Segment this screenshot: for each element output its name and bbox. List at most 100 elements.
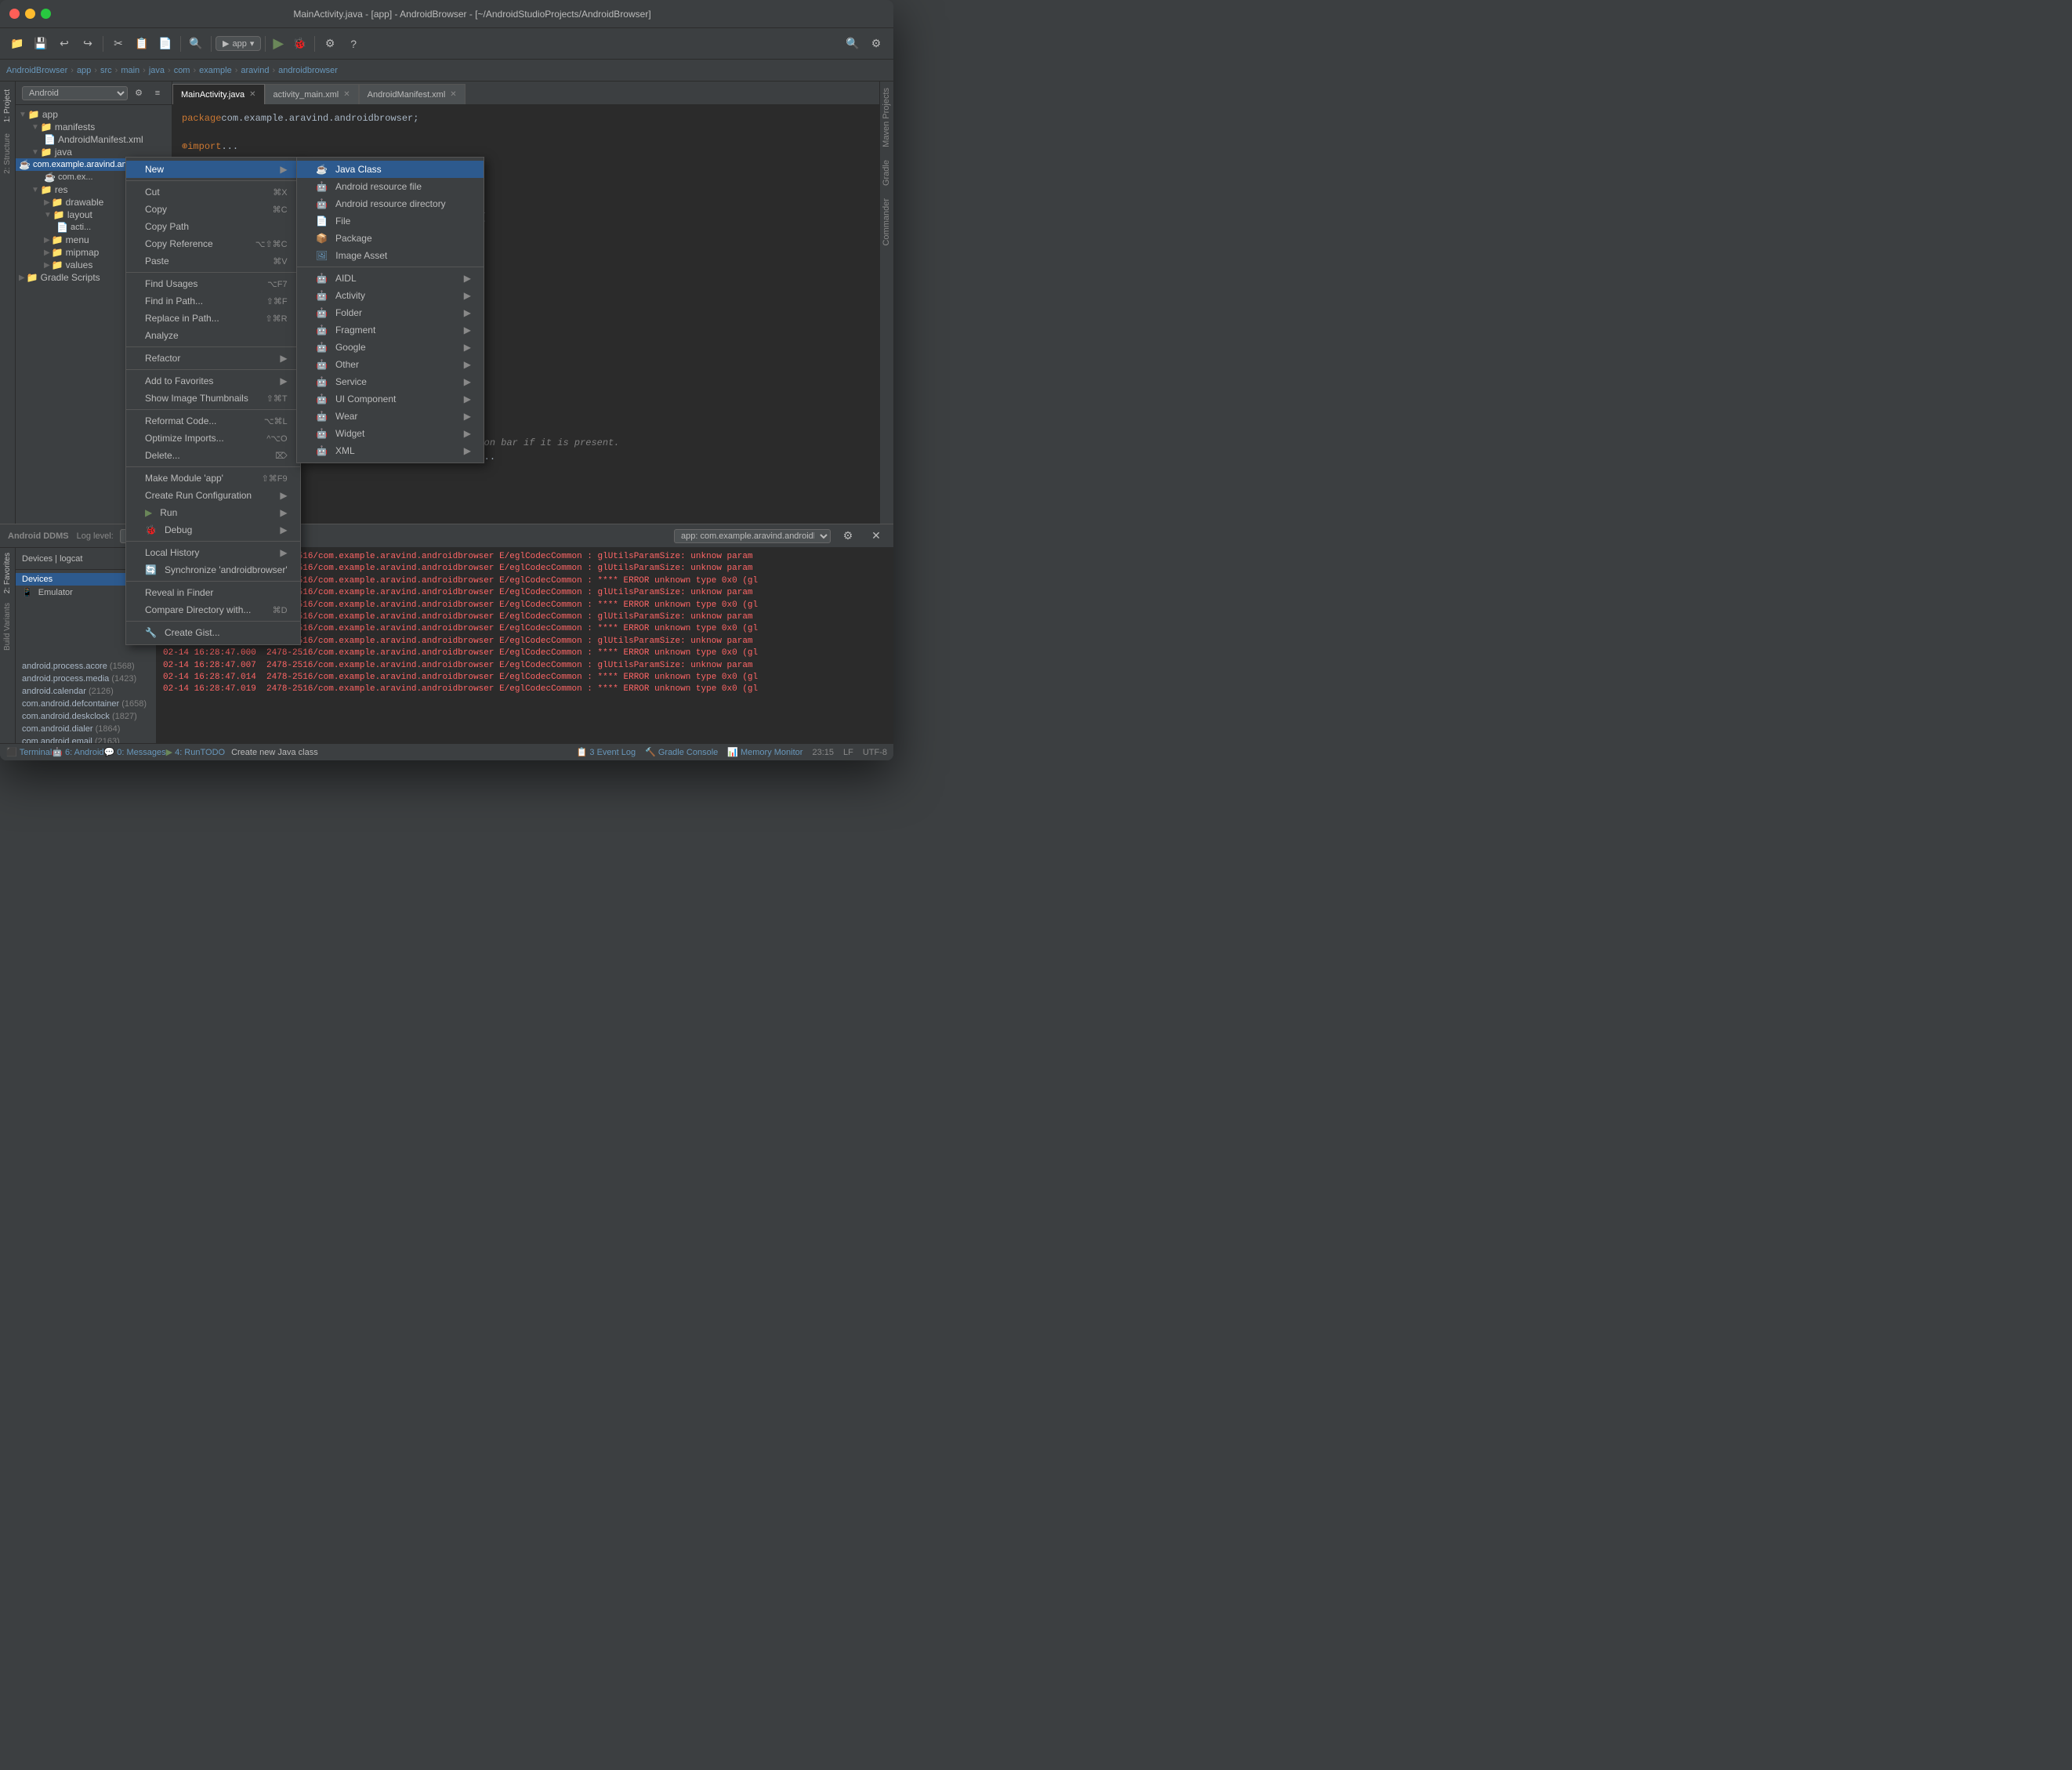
submenu-java-class[interactable]: ☕ Java Class — [297, 161, 484, 178]
module-selector[interactable]: Android — [22, 86, 128, 100]
submenu-activity[interactable]: 🤖 Activity ▶ — [297, 287, 484, 304]
menu-item-find-usages[interactable]: Find Usages ⌥F7 — [126, 275, 300, 292]
menu-item-new[interactable]: New ▶ — [126, 161, 300, 178]
messages-btn[interactable]: 💬 0: Messages — [104, 747, 166, 757]
submenu-new[interactable]: ☕ Java Class 🤖 Android resource file 🤖 A… — [296, 157, 484, 463]
process-item-2[interactable]: android.process.media (1423) — [16, 673, 156, 685]
settings-button[interactable]: ⚙ — [319, 33, 341, 55]
commander-tab[interactable]: Commander — [880, 192, 893, 252]
submenu-android-resource-file[interactable]: 🤖 Android resource file — [297, 178, 484, 195]
maximize-button[interactable] — [41, 9, 51, 19]
tree-item-app[interactable]: ▼ 📁 app — [16, 108, 172, 121]
process-item-7[interactable]: com.android.email (2163) — [16, 735, 156, 744]
submenu-fragment[interactable]: 🤖 Fragment ▶ — [297, 321, 484, 339]
breadcrumb-item-7[interactable]: aravind — [241, 66, 269, 75]
submenu-file[interactable]: 📄 File — [297, 212, 484, 230]
toolbar-save-btn[interactable]: 💾 — [30, 33, 52, 55]
bottom-close-btn[interactable]: ✕ — [865, 525, 887, 547]
close-button[interactable] — [9, 9, 20, 19]
build-variants-tab[interactable]: Build Variants — [2, 598, 13, 655]
submenu-service[interactable]: 🤖 Service ▶ — [297, 373, 484, 390]
structure-tab[interactable]: 2: Structure — [2, 129, 13, 179]
event-log-btn[interactable]: 📋 3 Event Log — [577, 747, 636, 757]
menu-item-debug[interactable]: 🐞 Debug ▶ — [126, 521, 300, 539]
sidebar-collapse-btn[interactable]: ≡ — [150, 85, 165, 101]
menu-item-analyze[interactable]: Analyze — [126, 327, 300, 344]
minimize-button[interactable] — [25, 9, 35, 19]
tree-item-androidmanifest[interactable]: 📄 AndroidManifest.xml — [16, 133, 172, 146]
maven-projects-tab[interactable]: Maven Projects — [880, 82, 893, 154]
toolbar-cut-btn[interactable]: ✂ — [107, 33, 129, 55]
menu-item-add-favorites[interactable]: Add to Favorites ▶ — [126, 372, 300, 390]
breadcrumb-item-2[interactable]: src — [100, 66, 112, 75]
process-item-3[interactable]: android.calendar (2126) — [16, 685, 156, 698]
tab-activity-main-xml[interactable]: activity_main.xml ✕ — [265, 84, 359, 104]
menu-item-create-gist[interactable]: 🔧 Create Gist... — [126, 624, 300, 641]
menu-item-copy-path[interactable]: Copy Path — [126, 218, 300, 235]
bottom-settings-btn[interactable]: ⚙ — [837, 525, 859, 547]
submenu-android-resource-dir[interactable]: 🤖 Android resource directory — [297, 195, 484, 212]
menu-item-optimize-imports[interactable]: Optimize Imports... ^⌥O — [126, 430, 300, 447]
breadcrumb-item-8[interactable]: androidbrowser — [278, 66, 338, 75]
debug-button[interactable]: 🐞 — [288, 33, 310, 55]
toolbar-undo-btn[interactable]: ↩ — [53, 33, 75, 55]
submenu-widget[interactable]: 🤖 Widget ▶ — [297, 425, 484, 442]
process-item-5[interactable]: com.android.deskclock (1827) — [16, 710, 156, 723]
breadcrumb-item-1[interactable]: app — [77, 66, 91, 75]
menu-item-synchronize[interactable]: 🔄 Synchronize 'androidbrowser' — [126, 561, 300, 579]
search-everywhere-btn[interactable]: 🔍 — [842, 33, 864, 55]
menu-item-find-in-path[interactable]: Find in Path... ⇧⌘F — [126, 292, 300, 310]
menu-item-reveal-finder[interactable]: Reveal in Finder — [126, 584, 300, 601]
submenu-package[interactable]: 📦 Package — [297, 230, 484, 247]
tab-androidmanifest[interactable]: AndroidManifest.xml ✕ — [359, 84, 465, 104]
gradle-tab[interactable]: Gradle — [880, 154, 893, 192]
context-menu[interactable]: New ▶ Cut ⌘X Copy ⌘C Copy Path Copy Refe… — [125, 157, 301, 645]
app-filter-select[interactable]: app: com.example.aravind.androidbrowser — [674, 529, 831, 543]
submenu-image-asset[interactable]: 🖼 Image Asset — [297, 247, 484, 264]
help-button[interactable]: ? — [342, 33, 364, 55]
terminal-btn[interactable]: ⬛ Terminal — [6, 747, 52, 757]
menu-item-make-module[interactable]: Make Module 'app' ⇧⌘F9 — [126, 470, 300, 487]
menu-item-cut[interactable]: Cut ⌘X — [126, 183, 300, 201]
menu-item-copy-reference[interactable]: Copy Reference ⌥⇧⌘C — [126, 235, 300, 252]
breadcrumb-item-0[interactable]: AndroidBrowser — [6, 66, 67, 75]
memory-monitor-btn[interactable]: 📊 Memory Monitor — [727, 747, 802, 757]
todo-btn[interactable]: TODO — [201, 748, 226, 757]
menu-item-refactor[interactable]: Refactor ▶ — [126, 350, 300, 367]
toolbar-paste-btn[interactable]: 📄 — [154, 33, 176, 55]
breadcrumb-item-5[interactable]: com — [174, 66, 190, 75]
sidebar-settings-btn[interactable]: ⚙ — [131, 85, 147, 101]
tree-item-manifests[interactable]: ▼ 📁 manifests — [16, 121, 172, 133]
menu-item-paste[interactable]: Paste ⌘V — [126, 252, 300, 270]
toolbar-copy-btn[interactable]: 📋 — [131, 33, 153, 55]
menu-item-replace-in-path[interactable]: Replace in Path... ⇧⌘R — [126, 310, 300, 327]
submenu-ui-component[interactable]: 🤖 UI Component ▶ — [297, 390, 484, 408]
tab-close-manifest[interactable]: ✕ — [450, 90, 456, 99]
android-btn[interactable]: 🤖 6: Android — [52, 747, 103, 757]
process-item-4[interactable]: com.android.defcontainer (1658) — [16, 698, 156, 710]
toolbar-open-btn[interactable]: 📁 — [6, 33, 28, 55]
submenu-other[interactable]: 🤖 Other ▶ — [297, 356, 484, 373]
run-button[interactable]: ▶ — [270, 35, 287, 52]
process-item-6[interactable]: com.android.dialer (1864) — [16, 723, 156, 735]
toolbar-find-btn[interactable]: 🔍 — [185, 33, 207, 55]
submenu-xml[interactable]: 🤖 XML ▶ — [297, 442, 484, 459]
menu-item-delete[interactable]: Delete... ⌦ — [126, 447, 300, 464]
tab-close-activity-main[interactable]: ✕ — [343, 90, 350, 99]
menu-item-create-run-config[interactable]: Create Run Configuration ▶ — [126, 487, 300, 504]
gradle-console-btn[interactable]: 🔨 Gradle Console — [645, 747, 718, 757]
app-selector[interactable]: ▶ app ▾ — [216, 36, 261, 51]
menu-item-run[interactable]: ▶ Run ▶ — [126, 504, 300, 521]
menu-item-copy[interactable]: Copy ⌘C — [126, 201, 300, 218]
menu-item-reformat[interactable]: Reformat Code... ⌥⌘L — [126, 412, 300, 430]
settings-icon-btn[interactable]: ⚙ — [865, 33, 887, 55]
favorites-tab[interactable]: 2: Favorites — [2, 548, 13, 598]
menu-item-compare-dir[interactable]: Compare Directory with... ⌘D — [126, 601, 300, 618]
tab-close-mainactivity[interactable]: ✕ — [249, 90, 255, 99]
menu-item-show-thumbnails[interactable]: Show Image Thumbnails ⇧⌘T — [126, 390, 300, 407]
toolbar-redo-btn[interactable]: ↪ — [77, 33, 99, 55]
submenu-aidl[interactable]: 🤖 AIDL ▶ — [297, 270, 484, 287]
breadcrumb-item-4[interactable]: java — [149, 66, 165, 75]
submenu-wear[interactable]: 🤖 Wear ▶ — [297, 408, 484, 425]
breadcrumb-item-6[interactable]: example — [199, 66, 232, 75]
